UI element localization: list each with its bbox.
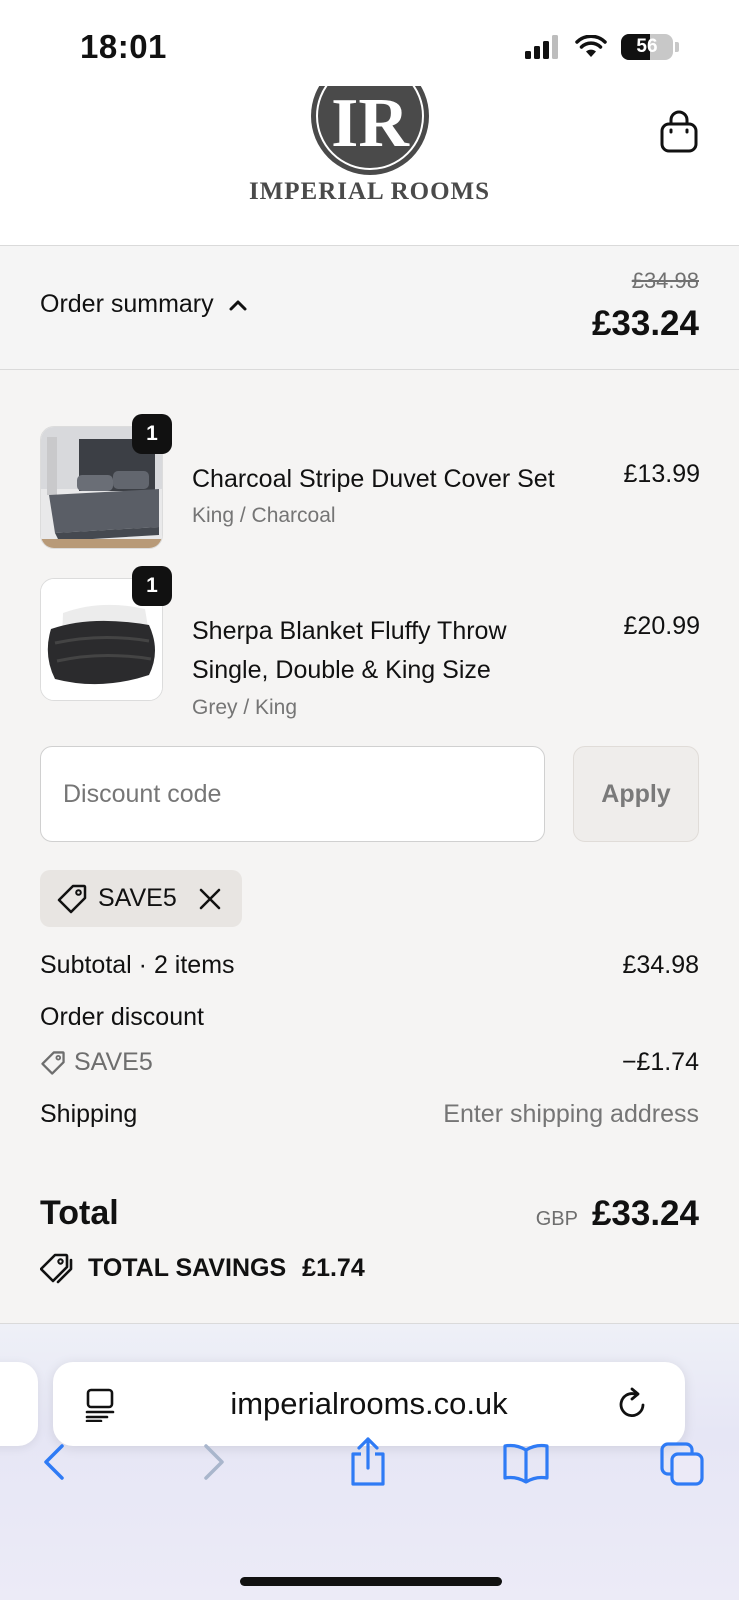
subtotal-value: £34.98: [622, 951, 699, 979]
svg-text:IR: IR: [331, 86, 410, 162]
order-discount-label: Order discount: [40, 1003, 204, 1031]
browser-chrome: imperialrooms.co.uk: [0, 1324, 739, 1600]
tabs-icon[interactable]: [660, 1442, 706, 1486]
subtotal-row: Subtotal · 2 items £34.98: [40, 951, 699, 980]
product-price: £13.99: [623, 460, 700, 488]
product-title: Sherpa Blanket Fluffy Throw Single, Doub…: [192, 617, 507, 684]
order-summary-content: 1 Charcoal Stripe Duvet Cover Set King /…: [0, 370, 739, 1324]
total-value-group: GBP £33.24: [536, 1194, 699, 1234]
address-bar[interactable]: imperialrooms.co.uk: [53, 1362, 685, 1446]
discount-code-text: SAVE5: [74, 1048, 153, 1076]
remove-discount-button[interactable]: [199, 888, 221, 910]
order-summary-toggle[interactable]: Order summary: [40, 290, 248, 319]
product-price: £20.99: [623, 612, 700, 640]
applied-discount-code: SAVE5: [98, 884, 177, 912]
line-item: 1 Charcoal Stripe Duvet Cover Set King /…: [40, 414, 700, 550]
reload-icon[interactable]: [617, 1386, 649, 1420]
applied-discount-chip: SAVE5: [40, 870, 242, 927]
status-bar: 18:01 56: [0, 0, 739, 92]
total-savings: TOTAL SAVINGS £1.74: [40, 1252, 365, 1284]
total-savings-label: TOTAL SAVINGS: [88, 1253, 287, 1282]
battery-icon: 56: [621, 34, 673, 60]
wifi-icon: [575, 35, 607, 57]
bookmarks-icon[interactable]: [502, 1442, 550, 1484]
total-value: £33.24: [591, 1194, 699, 1233]
apply-discount-button[interactable]: Apply: [573, 746, 699, 842]
store-header: IR IMPERIAL ROOMS: [0, 86, 739, 246]
tag-icon: [57, 884, 87, 913]
tag-icon: [41, 1050, 65, 1075]
quantity-badge: 1: [132, 566, 172, 606]
forward-icon[interactable]: [198, 1442, 228, 1482]
discount-code-row: SAVE5 −£1.74: [40, 1048, 699, 1077]
shopping-bag-icon[interactable]: [659, 110, 699, 154]
shipping-row: Shipping Enter shipping address: [40, 1100, 699, 1129]
subtotal-label: Subtotal · 2 items: [40, 951, 235, 979]
battery-level: 56: [636, 36, 658, 57]
total-label: Total: [40, 1194, 119, 1232]
shipping-value: Enter shipping address: [443, 1100, 699, 1128]
store-name: IMPERIAL ROOMS: [248, 178, 491, 205]
status-time: 18:01: [80, 28, 167, 65]
product-variant: Grey / King: [192, 696, 298, 719]
quantity-badge: 1: [132, 414, 172, 454]
total-savings-value: £1.74: [302, 1253, 365, 1282]
order-summary-bar: Order summary £34.98 £33.24: [0, 246, 739, 370]
order-discount-row: Order discount: [40, 1003, 699, 1032]
shipping-label: Shipping: [40, 1100, 138, 1128]
share-icon[interactable]: [348, 1436, 388, 1488]
summary-total: £33.24: [591, 304, 699, 343]
back-icon[interactable]: [40, 1442, 70, 1482]
discount-code-label: SAVE5: [40, 1048, 153, 1077]
home-indicator: [240, 1577, 502, 1586]
url-text: imperialrooms.co.uk: [230, 1386, 508, 1421]
order-summary-label: Order summary: [40, 290, 214, 318]
tags-icon: [40, 1253, 73, 1284]
close-icon: [199, 888, 220, 909]
previous-tab[interactable]: [0, 1362, 38, 1446]
cellular-signal-icon: [525, 35, 558, 59]
discount-value: −£1.74: [621, 1048, 699, 1076]
product-variant: King / Charcoal: [192, 504, 336, 527]
original-total: £34.98: [631, 268, 699, 293]
currency-code: GBP: [535, 1208, 578, 1230]
discount-code-input[interactable]: [40, 746, 545, 842]
product-title: Charcoal Stripe Duvet Cover Set: [192, 465, 555, 493]
line-item: 1 Sherpa Blanket Fluffy Throw Single, Do…: [40, 566, 700, 719]
chevron-up-icon: [229, 300, 247, 310]
status-icons: 56: [525, 34, 679, 60]
